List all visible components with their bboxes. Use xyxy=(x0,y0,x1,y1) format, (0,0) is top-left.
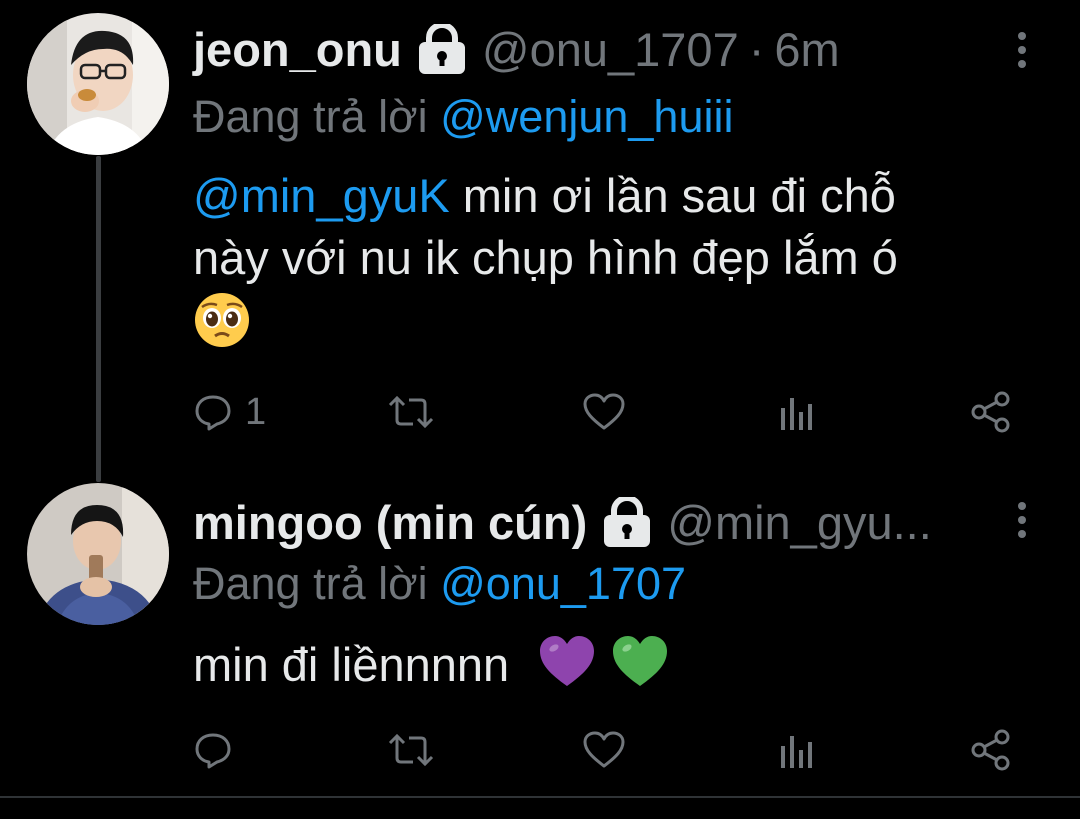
more-options-icon[interactable] xyxy=(1012,500,1032,540)
green-heart-emoji xyxy=(611,634,669,703)
like-button[interactable] xyxy=(582,722,626,778)
heart-icon xyxy=(583,393,625,430)
display-name[interactable]: mingoo (min cún) xyxy=(193,495,587,551)
handle[interactable]: @min_gyu... xyxy=(667,495,932,551)
avatar-mingoo[interactable] xyxy=(27,483,169,625)
body-mention[interactable]: @min_gyuK xyxy=(193,169,450,222)
retweet-button[interactable] xyxy=(387,722,435,778)
tweet-2-actions xyxy=(193,722,1013,778)
share-button[interactable] xyxy=(970,722,1012,778)
analytics-button[interactable] xyxy=(778,384,814,440)
retweet-button[interactable] xyxy=(387,384,435,440)
heart-icon xyxy=(583,731,625,768)
tweet-1-header: jeon_onu @onu_1707 · 6m xyxy=(193,22,840,78)
reply-button[interactable]: 1 xyxy=(193,384,266,440)
tweet-1-actions: 1 xyxy=(193,384,1013,440)
reply-icon xyxy=(195,395,231,431)
body-text-line-2: này với nu ik chụp hình đẹp lắm ó xyxy=(193,231,898,284)
replying-to-label: Đang trả lời xyxy=(193,558,428,609)
retweet-icon xyxy=(388,733,434,767)
reply-count: 1 xyxy=(245,390,267,433)
lock-icon xyxy=(416,22,468,76)
analytics-icon xyxy=(781,736,812,768)
tweet-2-body: min đi liềnnnnn xyxy=(193,634,1033,703)
body-emoji-line xyxy=(193,291,1033,364)
body-text-line-1: min ơi lần sau đi chỗ xyxy=(449,169,896,222)
more-options-icon[interactable] xyxy=(1012,30,1032,70)
replying-to-label: Đang trả lời xyxy=(193,91,428,142)
timestamp[interactable]: 6m xyxy=(774,22,839,78)
retweet-icon xyxy=(388,395,434,429)
tweet-1-body: @min_gyuK min ơi lần sau đi chỗ này với … xyxy=(193,165,1033,364)
like-button[interactable] xyxy=(582,384,626,440)
purple-heart-emoji xyxy=(538,634,596,703)
tweet-2-header: mingoo (min cún) @min_gyu... xyxy=(193,495,932,551)
replying-to-line: Đang trả lời @onu_1707 xyxy=(193,557,686,611)
body-text: min đi liềnnnnn xyxy=(193,638,510,691)
bottom-divider xyxy=(0,796,1080,798)
replying-to-line: Đang trả lời @wenjun_huiii xyxy=(193,90,733,144)
lock-icon xyxy=(601,495,653,549)
share-button[interactable] xyxy=(970,384,1012,440)
pleading-face-emoji xyxy=(193,291,251,364)
tweet-body-line-1: @min_gyuK min ơi lần sau đi chỗ xyxy=(193,165,1033,227)
thread-connector-line xyxy=(96,156,101,482)
handle[interactable]: @onu_1707 xyxy=(482,22,739,78)
analytics-icon xyxy=(781,398,812,430)
reply-icon xyxy=(195,733,231,769)
replying-to-mention[interactable]: @wenjun_huiii xyxy=(440,91,733,142)
replying-to-mention[interactable]: @onu_1707 xyxy=(440,558,686,609)
separator-dot: · xyxy=(748,23,765,76)
display-name[interactable]: jeon_onu xyxy=(193,22,402,78)
analytics-button[interactable] xyxy=(778,722,814,778)
share-icon xyxy=(971,729,1010,771)
reply-button[interactable] xyxy=(193,722,233,778)
avatar-jeon-onu[interactable] xyxy=(27,13,169,155)
share-icon xyxy=(971,391,1010,433)
